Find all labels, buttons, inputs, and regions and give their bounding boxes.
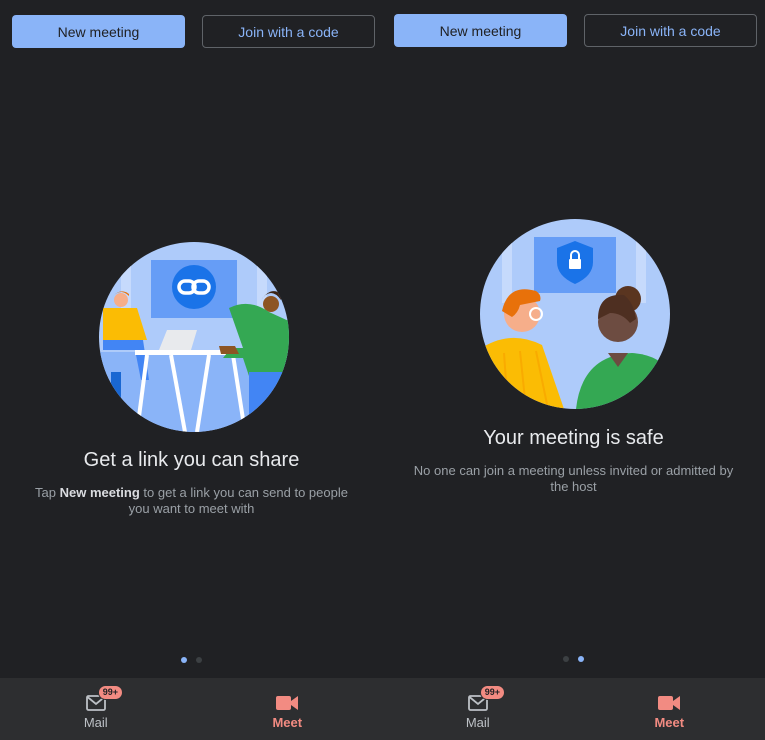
nav-tab-meet[interactable]: Meet	[192, 678, 384, 740]
bottom-navigation: 99+ Mail Meet	[382, 678, 765, 740]
meeting-safe-illustration	[480, 219, 670, 409]
page-dot-2[interactable]	[578, 656, 584, 662]
unread-badge: 99+	[479, 684, 506, 700]
share-link-illustration	[99, 242, 289, 432]
nav-meet-label: Meet	[272, 714, 303, 730]
mail-icon: 99+	[467, 684, 506, 711]
onboarding-title: Get a link you can share	[83, 449, 300, 471]
page-indicator	[0, 657, 383, 663]
onboarding-description: Tap New meeting to get a link you can se…	[35, 485, 348, 516]
join-with-code-button[interactable]: Join with a code	[584, 14, 757, 47]
link-icon	[172, 265, 216, 309]
nav-tab-mail[interactable]: 99+ Mail	[382, 678, 574, 740]
new-meeting-button[interactable]: New meeting	[394, 14, 567, 47]
onboarding-description: No one can join a meeting unless invited…	[413, 463, 734, 494]
page-dot-1[interactable]	[181, 657, 187, 663]
bottom-navigation: 99+ Mail Meet	[0, 678, 383, 740]
top-action-bar: New meeting Join with a code	[382, 0, 765, 60]
onboarding-title: Your meeting is safe	[483, 427, 664, 449]
nav-tab-mail[interactable]: 99+ Mail	[0, 678, 192, 740]
join-with-code-button[interactable]: Join with a code	[202, 15, 375, 48]
top-action-bar: New meeting Join with a code	[0, 0, 383, 60]
new-meeting-emphasis: New meeting	[59, 485, 140, 500]
page-dot-2[interactable]	[196, 657, 202, 663]
video-camera-icon	[276, 689, 299, 711]
page-dot-1[interactable]	[563, 656, 569, 662]
new-meeting-button[interactable]: New meeting	[12, 15, 185, 48]
video-camera-icon	[658, 689, 681, 711]
nav-mail-label: Mail	[465, 714, 490, 730]
nav-tab-meet[interactable]: Meet	[574, 678, 765, 740]
unread-badge: 99+	[97, 684, 124, 700]
page-indicator	[382, 656, 765, 662]
nav-meet-label: Meet	[654, 714, 685, 730]
mail-icon: 99+	[85, 684, 124, 711]
onboarding-screen-meeting-safe: New meeting Join with a code Your meetin…	[382, 0, 765, 740]
nav-mail-label: Mail	[83, 714, 108, 730]
onboarding-screen-share-link: New meeting Join with a code Get a link …	[0, 0, 383, 740]
